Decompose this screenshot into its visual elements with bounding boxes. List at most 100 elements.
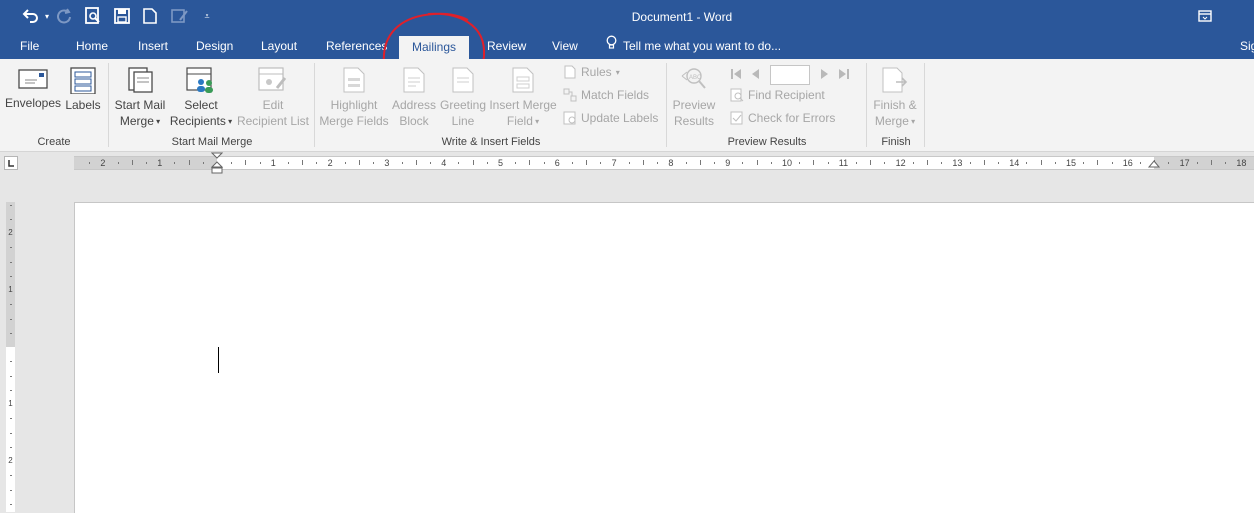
ribbon-tabs: File Home Insert Design Layout Reference… [0, 34, 1254, 59]
window-title: Document1 - Word [631, 10, 733, 24]
start-mail-merge-button[interactable]: Start Mail Merge ▾ [112, 66, 168, 130]
envelopes-label: Envelopes [4, 96, 62, 110]
vertical-ruler-tick [10, 275, 12, 277]
check-for-errors-icon [730, 111, 743, 125]
ruler-tick [401, 162, 403, 164]
ruler-tick-label: 9 [725, 158, 731, 168]
tab-file[interactable]: File [20, 34, 39, 59]
indent-markers[interactable] [211, 152, 223, 174]
ruler-tick [543, 162, 545, 164]
vertical-ruler-tick [10, 503, 12, 505]
ruler-tick [756, 160, 758, 165]
ribbon-mailings: Envelopes Labels Create Start Mail Merge… [0, 59, 1254, 152]
ruler-tick [714, 162, 715, 164]
ruler-tick [1083, 162, 1085, 164]
ruler-tick [245, 160, 247, 165]
ruler-tick [927, 160, 928, 165]
tab-selector[interactable] [4, 156, 18, 170]
vertical-ruler-tick [10, 261, 12, 263]
group-separator [314, 63, 315, 147]
tab-design[interactable]: Design [196, 34, 233, 59]
find-recipient-button: Find Recipient [730, 88, 825, 102]
ruler-tick [131, 160, 133, 165]
greeting-label-2: Line [451, 114, 475, 128]
highlight-merge-fields-button: Highlight Merge Fields [318, 66, 390, 129]
rules-icon [564, 65, 576, 79]
horizontal-ruler[interactable]: 2 1 1 2 3 4 5 6 7 8 9 10 11 12 13 14 15 16 17 18 [74, 156, 1254, 170]
edit-recipient-label-1: Edit [262, 98, 284, 112]
vertical-ruler[interactable]: 2 1 1 2 [6, 202, 15, 512]
tab-review[interactable]: Review [487, 34, 526, 59]
ruler-tick [89, 162, 91, 164]
highlight-label-1: Highlight [330, 98, 378, 112]
ruler-tick-label: 1 [157, 158, 163, 168]
ruler-tick [827, 162, 829, 164]
group-separator [666, 63, 667, 147]
ruler-tick [288, 162, 289, 164]
ruler-tick-label: 10 [782, 158, 793, 168]
vertical-ruler-tick [10, 446, 12, 448]
ribbon-display-options-icon[interactable] [1196, 6, 1214, 26]
group-label-preview-results: Preview Results [727, 136, 807, 148]
address-block-icon [403, 67, 425, 93]
update-labels-label: Update Labels [581, 111, 659, 125]
ruler-tick-label: 17 [1179, 158, 1190, 168]
tab-view[interactable]: View [552, 34, 578, 59]
vertical-ruler-tick [10, 332, 12, 334]
ruler-tick [799, 162, 801, 164]
find-recipient-icon [730, 88, 744, 102]
start-mail-merge-label-2: Merge [119, 114, 154, 128]
svg-text:ABC: ABC [689, 75, 702, 81]
tell-me-box[interactable]: Tell me what you want to do... [606, 34, 781, 59]
ruler-tick [359, 160, 360, 165]
chevron-down-icon: ▾ [532, 116, 540, 126]
sign-in-link[interactable]: Sig [1240, 34, 1254, 59]
envelopes-button[interactable]: Envelopes [4, 66, 62, 111]
finish-and-merge-button: Finish & Merge ▾ [870, 66, 920, 130]
ruler-tick [472, 160, 474, 165]
ruler-tick [458, 162, 460, 164]
insert-merge-label-2: Field [506, 114, 533, 128]
tab-home[interactable]: Home [76, 34, 108, 59]
ruler-tick [316, 162, 318, 164]
ruler-tick [231, 162, 233, 164]
ruler-tick [657, 162, 659, 164]
edit-recipient-label-2: Recipient List [236, 114, 310, 128]
insert-merge-field-button: Insert Merge Field ▾ [488, 66, 558, 130]
chevron-down-icon: ▾ [225, 116, 233, 126]
tab-layout[interactable]: Layout [261, 34, 297, 59]
ruler-tick [415, 160, 417, 165]
labels-button[interactable]: Labels [64, 66, 102, 113]
vertical-ruler-label: 2 [8, 228, 13, 237]
record-number-input [770, 65, 810, 85]
vertical-ruler-tick [10, 475, 12, 477]
record-navigation [730, 65, 850, 85]
vertical-ruler-tick [10, 304, 12, 306]
preview-results-button: ABC Preview Results [670, 66, 718, 129]
ruler-tick [742, 162, 744, 164]
ruler-tick-label: 14 [1009, 158, 1020, 168]
select-recipients-label-2: Recipients [169, 114, 226, 128]
vertical-ruler-label: 1 [8, 399, 13, 408]
ruler-tick [1225, 162, 1227, 164]
insert-merge-field-icon [512, 67, 534, 93]
select-recipients-button[interactable]: Select Recipients ▾ [168, 66, 234, 130]
tab-insert[interactable]: Insert [138, 34, 168, 59]
ruler-tick-label: 12 [895, 158, 906, 168]
vertical-ruler-tick [10, 361, 12, 363]
ruler-tick [870, 160, 872, 165]
envelope-icon [18, 69, 48, 89]
ruler-tick [344, 162, 346, 164]
start-mail-merge-icon [128, 67, 153, 93]
right-indent-marker[interactable] [1148, 160, 1160, 170]
ruler-tick [146, 162, 147, 164]
chevron-down-icon: ▾ [615, 67, 620, 77]
vertical-ruler-tick [10, 218, 12, 220]
insert-merge-label-1: Insert Merge [489, 98, 557, 112]
highlight-label-2: Merge Fields [319, 114, 389, 128]
document-page[interactable] [74, 202, 1254, 513]
preview-results-icon: ABC [681, 68, 706, 89]
title-bar: ▾ ⩡ Document1 - Word [0, 0, 1254, 34]
ruler-tick-label: 13 [952, 158, 963, 168]
group-label-create: Create [37, 136, 71, 148]
